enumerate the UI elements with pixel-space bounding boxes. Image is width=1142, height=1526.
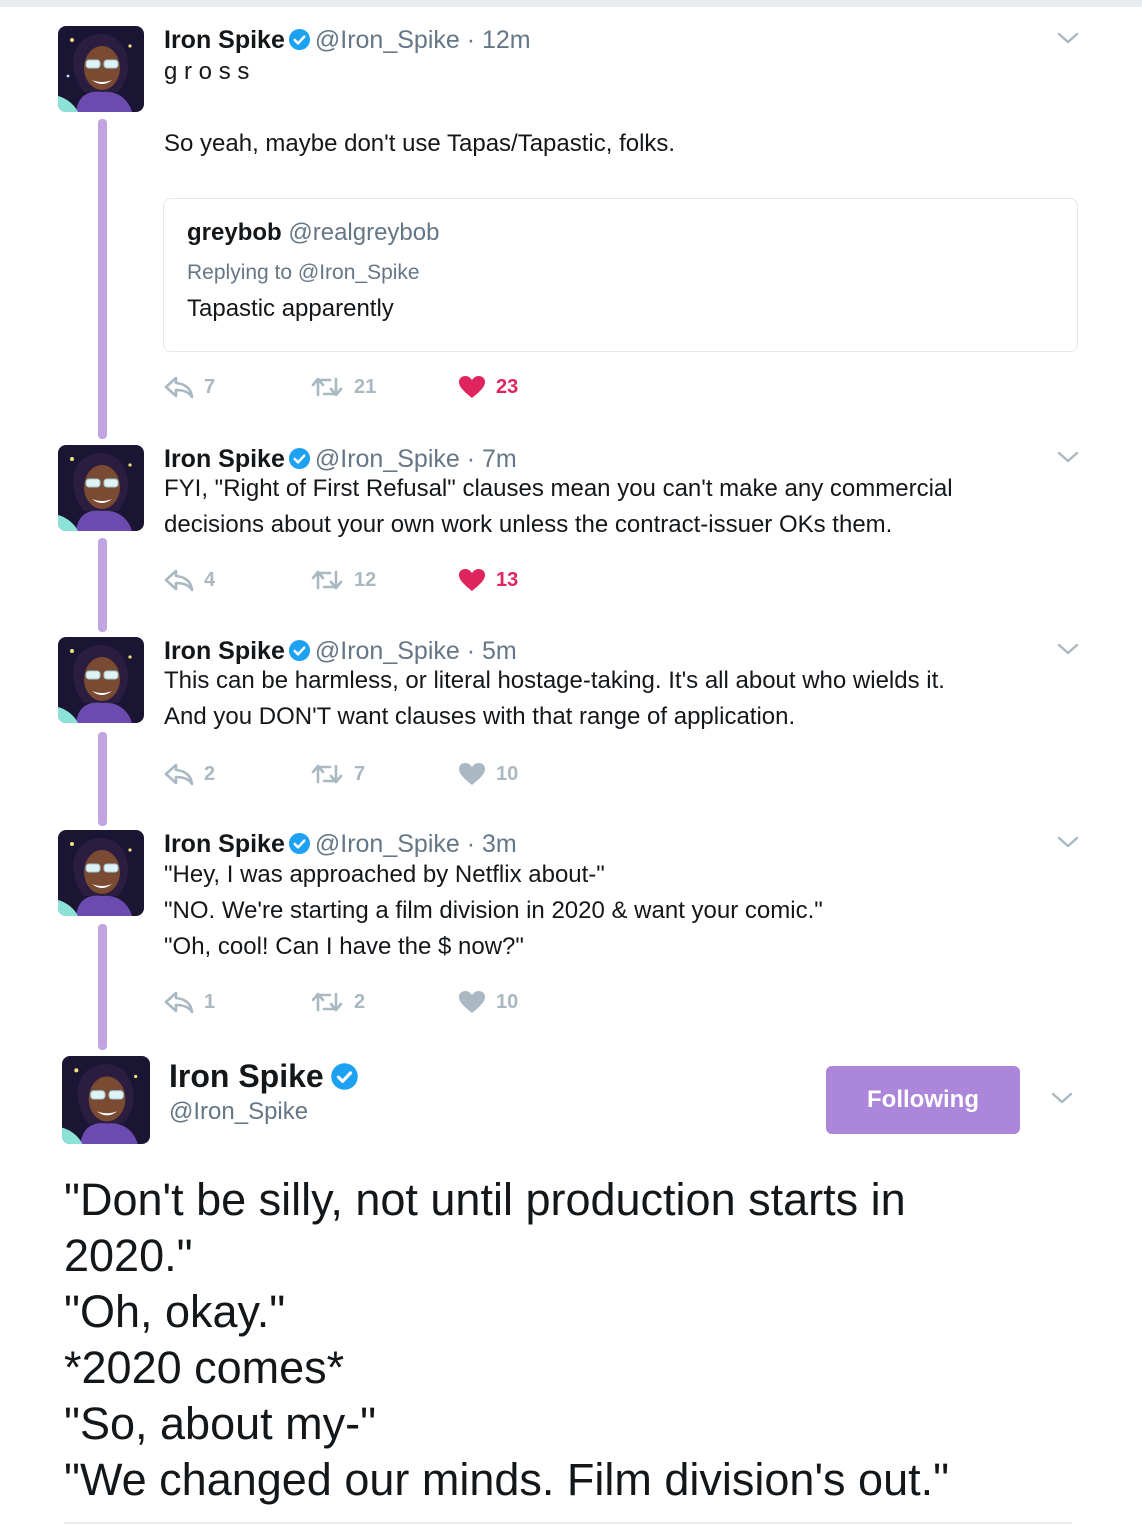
reply-count: 7 <box>204 375 216 398</box>
timestamp[interactable]: 3m <box>482 830 517 858</box>
reply-button[interactable]: 1 <box>164 987 215 1017</box>
timestamp[interactable]: 12m <box>482 26 531 54</box>
verified-badge-icon <box>288 638 311 662</box>
top-divider <box>0 0 1142 7</box>
separator-dot: · <box>459 830 482 858</box>
main-tweet-text: "Don't be silly, not until production st… <box>64 1174 950 1505</box>
separator-dot: · <box>459 637 482 665</box>
author-name[interactable]: Iron Spike <box>164 26 285 54</box>
author-name[interactable]: Iron Spike <box>164 445 285 473</box>
reply-icon <box>164 763 194 786</box>
quoted-author-name: greybob <box>187 219 282 246</box>
tweet-text: FYI, "Right of First Refusal" clauses me… <box>164 475 953 538</box>
reply-icon <box>164 376 194 399</box>
author-handle[interactable]: @Iron_Spike <box>315 26 460 54</box>
retweet-icon <box>311 570 343 590</box>
avatar[interactable] <box>58 637 144 723</box>
like-count: 23 <box>496 375 519 398</box>
verified-badge-icon <box>288 831 311 855</box>
quoted-text: Tapastic apparently <box>187 295 394 322</box>
retweet-count: 12 <box>354 568 377 591</box>
tweet-header: Iron Spike @Iron_Spike · 3m <box>164 828 517 860</box>
heart-icon <box>459 763 485 785</box>
thread-line <box>98 924 107 1050</box>
reply-count: 1 <box>204 990 216 1013</box>
bottom-divider <box>64 1522 1072 1524</box>
retweet-button[interactable]: 12 <box>310 565 376 595</box>
avatar-image <box>62 1056 150 1144</box>
verified-badge-icon <box>330 1062 359 1091</box>
retweet-count: 2 <box>354 990 366 1013</box>
retweet-icon <box>311 377 343 397</box>
author-handle[interactable]: @Iron_Spike <box>315 637 460 665</box>
tweet-text: This can be harmless, or literal hostage… <box>164 667 945 730</box>
like-button[interactable]: 10 <box>458 987 518 1017</box>
retweet-icon <box>311 764 343 784</box>
timestamp[interactable]: 7m <box>482 445 517 473</box>
retweet-count: 21 <box>354 375 377 398</box>
retweet-icon <box>311 992 343 1012</box>
heart-icon <box>459 569 485 591</box>
author-name[interactable]: Iron Spike <box>164 637 285 665</box>
tweet-actions: 7 21 23 <box>164 372 664 402</box>
retweet-button[interactable]: 2 <box>310 987 365 1017</box>
quoted-tweet[interactable]: greybob @realgreybob Replying to @Iron_S… <box>163 198 1078 352</box>
separator-dot: · <box>459 445 482 473</box>
avatar-image <box>58 445 144 531</box>
main-author-handle[interactable]: @Iron_Spike <box>169 1098 308 1126</box>
reply-count: 4 <box>204 568 216 591</box>
tweet-actions: 2 7 10 <box>164 759 664 789</box>
chevron-down-icon[interactable] <box>1050 1086 1074 1110</box>
quoted-author: greybob @realgreybob <box>187 219 439 247</box>
verified-badge-icon <box>288 27 311 51</box>
avatar-image <box>58 637 144 723</box>
like-button[interactable]: 13 <box>458 565 518 595</box>
reply-button[interactable]: 4 <box>164 565 215 595</box>
avatar[interactable] <box>58 26 144 112</box>
quoted-replying-to: Replying to @Iron_Spike <box>187 261 420 284</box>
like-button[interactable]: 10 <box>458 759 518 789</box>
author-handle[interactable]: @Iron_Spike <box>315 445 460 473</box>
chevron-down-icon[interactable] <box>1056 26 1080 50</box>
author-handle[interactable]: @Iron_Spike <box>315 830 460 858</box>
chevron-down-icon[interactable] <box>1056 445 1080 469</box>
tweet-actions: 1 2 10 <box>164 987 664 1017</box>
tweet-text: "Hey, I was approached by Netflix about-… <box>164 861 823 960</box>
tweet-actions: 4 12 13 <box>164 565 664 595</box>
avatar-image <box>58 26 144 112</box>
heart-icon <box>459 376 485 398</box>
like-button[interactable]: 23 <box>458 372 518 402</box>
tweet-header: Iron Spike @Iron_Spike · 12m <box>164 24 531 56</box>
verified-badge-icon <box>288 446 311 470</box>
quoted-author-handle: @realgreybob <box>288 219 440 246</box>
heart-icon <box>459 991 485 1013</box>
timestamp[interactable]: 5m <box>482 637 517 665</box>
thread-line <box>98 538 107 632</box>
retweet-button[interactable]: 21 <box>310 372 376 402</box>
tweet-text: g r o s s So yeah, maybe don't use Tapas… <box>164 58 676 157</box>
retweet-button[interactable]: 7 <box>310 759 365 789</box>
reply-button[interactable]: 2 <box>164 759 215 789</box>
following-button[interactable]: Following <box>826 1066 1020 1134</box>
chevron-down-icon[interactable] <box>1056 637 1080 661</box>
avatar-image <box>58 830 144 916</box>
thread-line <box>98 119 107 439</box>
reply-icon <box>164 991 194 1014</box>
reply-button[interactable]: 7 <box>164 372 215 402</box>
retweet-count: 7 <box>354 762 366 785</box>
avatar[interactable] <box>58 830 144 916</box>
reply-icon <box>164 569 194 592</box>
author-name[interactable]: Iron Spike <box>164 830 285 858</box>
reply-count: 2 <box>204 762 216 785</box>
main-author: Iron Spike <box>169 1058 363 1095</box>
main-author-name[interactable]: Iron Spike <box>169 1058 324 1094</box>
like-count: 10 <box>496 990 519 1013</box>
thread-line <box>98 732 107 826</box>
avatar[interactable] <box>58 445 144 531</box>
like-count: 10 <box>496 762 519 785</box>
like-count: 13 <box>496 568 519 591</box>
main-avatar[interactable] <box>62 1056 150 1144</box>
separator-dot: · <box>459 26 482 54</box>
chevron-down-icon[interactable] <box>1056 830 1080 854</box>
